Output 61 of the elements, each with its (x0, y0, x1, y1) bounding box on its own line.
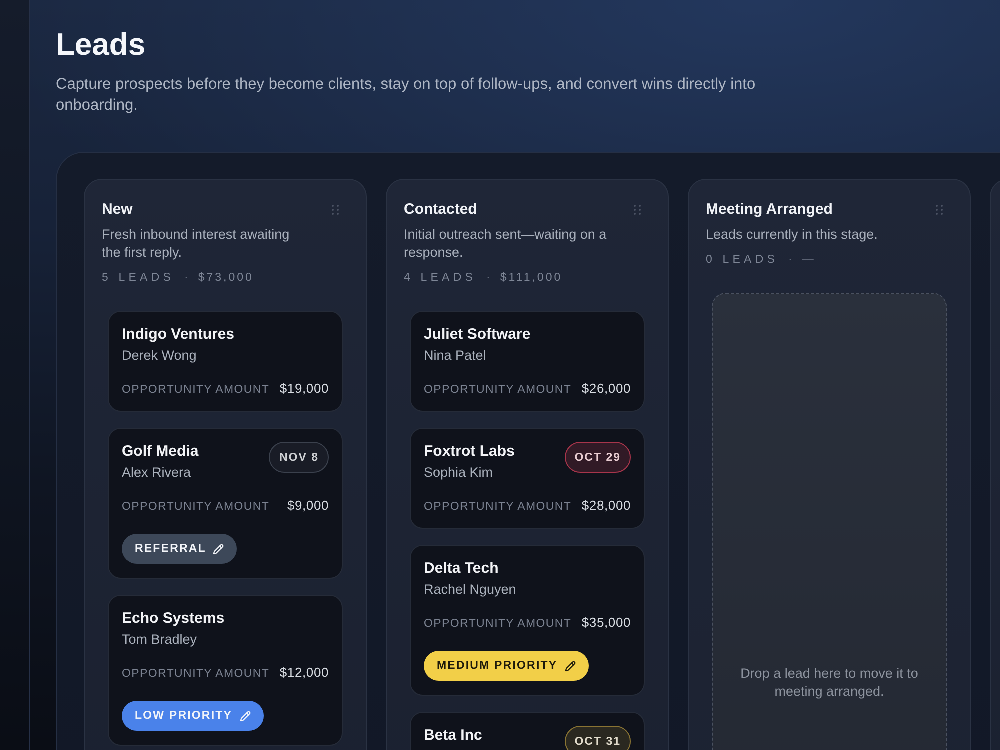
lead-card[interactable]: Foxtrot Labs Sophia Kim OCT 29 OPPORTUNITY AMOUNT $28,000 (410, 428, 645, 529)
due-date-badge: OCT 29 (564, 442, 631, 473)
company-name: Indigo Ventures (122, 325, 235, 345)
lead-card[interactable]: Echo Systems Tom Bradley OPPORTUNITY AMOUNT $12,000 LOW PRIORITY (108, 595, 343, 746)
amount-value: $19,000 (280, 381, 329, 396)
stage-title: New (102, 200, 133, 220)
edit-tag-button[interactable]: REFERRAL (122, 534, 238, 564)
meta-separator: · (184, 272, 188, 284)
stage-total: $73,000 (198, 272, 254, 284)
contact-name: Rachel Nguyen (424, 581, 516, 599)
contact-name: Alex Rivera (122, 464, 192, 482)
amount-value: $9,000 (287, 498, 329, 513)
pencil-icon (213, 544, 224, 554)
lead-card[interactable]: Delta Tech Rachel Nguyen OPPORTUNITY AMOUNT $35,000 MEDIUM PRIORITY (410, 545, 645, 696)
due-date-badge: OCT 31 (564, 726, 631, 750)
stage-title: Contacted (404, 200, 478, 220)
contact-name: Sophia Kim (424, 464, 494, 482)
drop-hint: Drop a lead here to move it to meeting arranged. (740, 665, 920, 701)
company-name: Echo Systems (122, 609, 225, 629)
drag-handle-icon[interactable] (634, 205, 641, 215)
company-name: Golf Media (122, 442, 199, 462)
stage-description: Leads currently in this stage. (706, 226, 879, 244)
company-name: Delta Tech (424, 559, 500, 579)
lead-card[interactable]: Juliet Software Nina Patel OPPORTUNITY AMOUNT $26,000 (410, 311, 645, 412)
lead-card[interactable]: Golf Media Alex Rivera NOV 8 OPPORTUNITY AMOUNT $9,000 REFERRAL (108, 428, 343, 579)
meta-separator: · (486, 272, 490, 284)
amount-label: OPPORTUNITY AMOUNT (122, 501, 270, 513)
stage-title: Meeting Arranged (706, 200, 833, 220)
stage-description: Initial outreach sent—waiting on a response. (404, 226, 608, 262)
page-subtitle: Capture prospects before they become clients, stay on top of follow-ups, and convert wins directly into onboarding. (56, 75, 757, 116)
lead-card[interactable]: Beta Inc OCT 31 (410, 712, 645, 750)
lead-count: 5 LEADS (102, 272, 175, 284)
meta-separator: · (788, 254, 792, 266)
lead-count: 4 LEADS (404, 272, 477, 284)
amount-value: $35,000 (582, 615, 631, 630)
company-name: Beta Inc (424, 726, 482, 746)
company-name: Juliet Software (424, 325, 531, 345)
pencil-icon (564, 660, 576, 672)
amount-label: OPPORTUNITY AMOUNT (122, 384, 270, 396)
amount-label: OPPORTUNITY AMOUNT (424, 384, 572, 396)
page-title: Leads (56, 27, 147, 63)
amount-label: OPPORTUNITY AMOUNT (122, 668, 270, 680)
lead-card[interactable]: Indigo Ventures Derek Wong OPPORTUNITY AMOUNT $19,000 (108, 311, 343, 412)
company-name: Foxtrot Labs (424, 442, 515, 462)
contact-name: Nina Patel (424, 347, 488, 365)
amount-value: $28,000 (582, 498, 631, 513)
stage-total: $111,000 (500, 272, 563, 284)
due-date-badge: NOV 8 (269, 442, 329, 473)
stage-description: Fresh inbound interest awaiting the first reply. (102, 226, 291, 262)
contact-name: Tom Bradley (122, 631, 198, 649)
lead-count: 0 LEADS (706, 254, 779, 266)
amount-label: OPPORTUNITY AMOUNT (424, 501, 572, 513)
amount-value: $12,000 (280, 665, 329, 680)
amount-label: OPPORTUNITY AMOUNT (424, 618, 572, 630)
contact-name: Derek Wong (122, 347, 198, 365)
edit-tag-button[interactable]: MEDIUM PRIORITY (424, 651, 589, 681)
pencil-icon (240, 710, 251, 722)
stage-total: — (802, 254, 816, 266)
amount-value: $26,000 (582, 381, 631, 396)
drag-handle-icon[interactable] (332, 205, 339, 215)
drag-handle-icon[interactable] (936, 205, 943, 215)
